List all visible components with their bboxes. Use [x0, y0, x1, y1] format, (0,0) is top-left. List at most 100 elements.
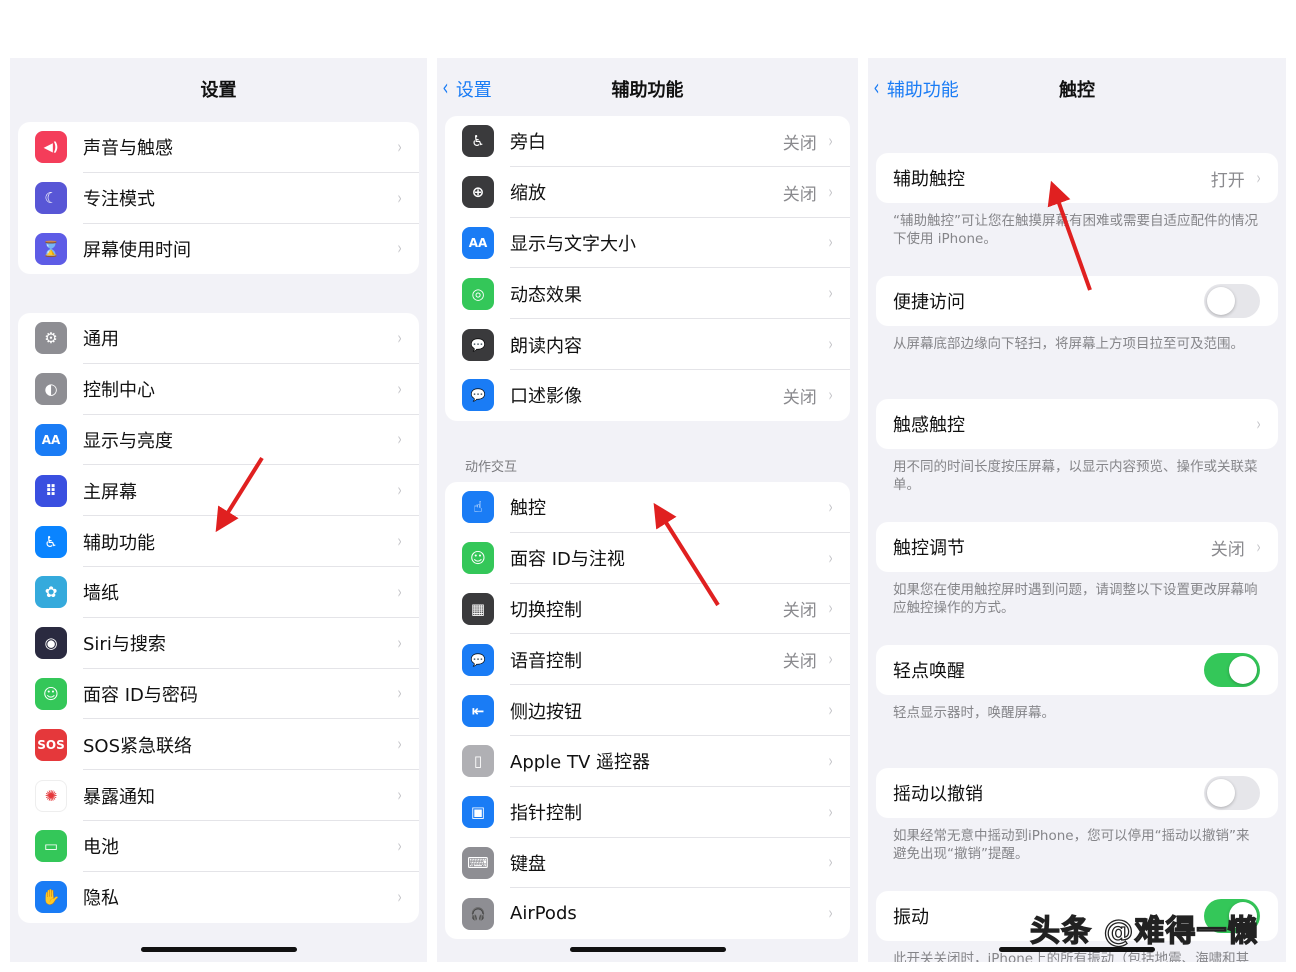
list-item[interactable]: ☾ 专注模式 › — [18, 173, 419, 224]
list-item[interactable]: AA 显示与亮度 › — [18, 415, 419, 466]
toggle-switch[interactable] — [1204, 284, 1260, 318]
footer-description: 从屏幕底部边缘向下轻扫，将屏幕上方项目拉至可及范围。 — [893, 336, 1244, 352]
face-id-icon: ☺ — [35, 677, 67, 710]
row-label: 辅助触控 — [893, 169, 965, 190]
chevron-right-icon: › — [1256, 167, 1261, 189]
list-item[interactable]: ⠿ 主屏幕 › — [18, 465, 419, 516]
motion-icon: ◎ — [462, 277, 494, 310]
list-item-6[interactable]: 摇动以撤销 — [876, 768, 1278, 818]
list-item[interactable]: ♿ 辅助功能 › — [18, 516, 419, 567]
hand-icon: ✋ — [35, 881, 67, 914]
chevron-right-icon: › — [828, 649, 833, 671]
list-item[interactable]: ☺ 面容 ID与密码 › — [18, 669, 419, 720]
list-item-3[interactable]: 触感触控 › — [876, 399, 1278, 449]
settings-group: 触控调节 关闭 › — [876, 522, 1278, 572]
accessibility-icon: ♿ — [35, 525, 67, 558]
footer-description: 如果经常无意中摇动到iPhone，您可以停用“摇动以撤销”来避免出现“撤销”提醒… — [893, 828, 1250, 862]
toggle-switch[interactable] — [1204, 653, 1260, 687]
toggle-knob — [1207, 779, 1235, 807]
hourglass-icon: ⌛ — [35, 232, 67, 265]
list-item[interactable]: ☺ 面容 ID与注视 › — [445, 533, 850, 584]
list-item[interactable]: 💬 朗读内容 › — [445, 319, 850, 370]
chevron-right-icon: › — [828, 334, 833, 356]
chevron-right-icon: › — [828, 547, 833, 569]
chevron-right-icon: › — [397, 581, 402, 603]
list-item-1[interactable]: 辅助触控 打开 › — [876, 153, 1278, 203]
list-item[interactable]: ◎ 动态效果 › — [445, 268, 850, 319]
chevron-right-icon: › — [397, 632, 402, 654]
footer-description: “辅助触控”可让您在触摸屏幕有困难或需要自适应配件的情况下使用 iPhone。 — [893, 213, 1258, 247]
page-title: 触控 — [1059, 80, 1095, 101]
list-item[interactable]: ⇤ 侧边按钮 › — [445, 685, 850, 736]
list-item-5[interactable]: 轻点唤醒 — [876, 645, 1278, 695]
row-label: 主屏幕 — [83, 481, 137, 503]
row-label: 语音控制 — [510, 650, 582, 672]
audio-description-icon: 💬 — [462, 379, 494, 412]
battery-icon: ▭ — [35, 830, 67, 863]
headphones-icon: 🎧 — [462, 897, 494, 930]
row-label: 隐私 — [83, 888, 119, 910]
list-item-2[interactable]: 便捷访问 — [876, 276, 1278, 326]
list-item-4[interactable]: 触控调节 关闭 › — [876, 522, 1278, 572]
row-label: 面容 ID与密码 — [83, 684, 198, 706]
row-label: 屏幕使用时间 — [83, 239, 191, 261]
row-label: 便捷访问 — [893, 292, 965, 313]
keyboard-icon: ⌨ — [462, 846, 494, 879]
side-button-icon: ⇤ — [462, 694, 494, 727]
list-item[interactable]: ▦ 切换控制 关闭 › — [445, 584, 850, 635]
list-item[interactable]: ▣ 指针控制 › — [445, 787, 850, 838]
list-item[interactable]: ⌨ 键盘 › — [445, 838, 850, 889]
chevron-right-icon: › — [1256, 536, 1261, 558]
list-item[interactable]: ✿ 墙纸 › — [18, 567, 419, 618]
list-item[interactable]: ✺ 暴露通知 › — [18, 770, 419, 821]
list-item[interactable]: ◉ Siri与搜索 › — [18, 618, 419, 669]
flower-icon: ✿ — [35, 576, 67, 609]
siri-icon: ◉ — [35, 627, 67, 660]
row-label: 指针控制 — [510, 803, 582, 825]
list-item[interactable]: 💬 语音控制 关闭 › — [445, 634, 850, 685]
list-item[interactable]: ⌛ 屏幕使用时间 › — [18, 224, 419, 275]
row-label: 控制中心 — [83, 380, 155, 402]
list-item[interactable]: 🎧 AirPods › — [445, 888, 850, 939]
row-label: 触控 — [510, 498, 546, 520]
list-item[interactable]: ☝ 触控 › — [445, 482, 850, 533]
row-value: 关闭 — [782, 652, 817, 673]
chevron-right-icon: › — [397, 835, 402, 857]
row-label: AirPods — [510, 903, 577, 925]
row-label: 触控调节 — [893, 538, 965, 559]
settings-group: 便捷访问 — [876, 276, 1278, 326]
chevron-right-icon: › — [828, 232, 833, 254]
toggle-switch[interactable] — [1204, 776, 1260, 810]
list-item[interactable]: ▭ 电池 › — [18, 821, 419, 872]
list-item[interactable]: 💬 口述影像 关闭 › — [445, 370, 850, 421]
voice-control-icon: 💬 — [462, 643, 494, 676]
row-value: 关闭 — [782, 387, 817, 408]
pointer-icon: ▣ — [462, 796, 494, 829]
chevron-right-icon: › — [397, 683, 402, 705]
list-item[interactable]: ♿ 旁白 关闭 › — [445, 116, 850, 167]
chevron-right-icon: › — [397, 785, 402, 807]
accessibility-panel: ‹ 设置 辅助功能 动作交互 ♿ 旁白 关闭 › ⊕ 缩放 关闭 › AA 显示与文字大小 › ◎ 动态效… — [437, 58, 858, 962]
sos-icon: SOS — [35, 728, 67, 761]
row-label: SOS紧急联络 — [83, 735, 193, 757]
chevron-right-icon: › — [397, 429, 402, 451]
list-item[interactable]: ⚙ 通用 › — [18, 313, 419, 364]
row-value: 关闭 — [782, 133, 817, 154]
chevron-right-icon: › — [397, 734, 402, 756]
row-label: 辅助功能 — [83, 532, 155, 554]
list-item[interactable]: AA 显示与文字大小 › — [445, 218, 850, 269]
list-item[interactable]: ▯ Apple TV 遥控器 › — [445, 736, 850, 787]
zoom-icon: ⊕ — [462, 176, 494, 209]
list-item[interactable]: ◐ 控制中心 › — [18, 364, 419, 415]
list-item[interactable]: ◀) 声音与触感 › — [18, 122, 419, 173]
list-item[interactable]: SOS SOS紧急联络 › — [18, 719, 419, 770]
chevron-right-icon: › — [828, 598, 833, 620]
list-item[interactable]: ⊕ 缩放 关闭 › — [445, 167, 850, 218]
face-id-icon: ☺ — [462, 542, 494, 575]
settings-group: ♿ 旁白 关闭 › ⊕ 缩放 关闭 › AA 显示与文字大小 › ◎ 动态效果 › 💬 朗读内容 › 💬 口述影像关… — [445, 116, 850, 421]
list-item[interactable]: ✋ 隐私 › — [18, 872, 419, 923]
row-label: 显示与文字大小 — [510, 233, 636, 255]
row-label: 侧边按钮 — [510, 701, 582, 723]
row-value: 打开 — [1210, 170, 1245, 191]
row-value: 关闭 — [1210, 539, 1245, 560]
